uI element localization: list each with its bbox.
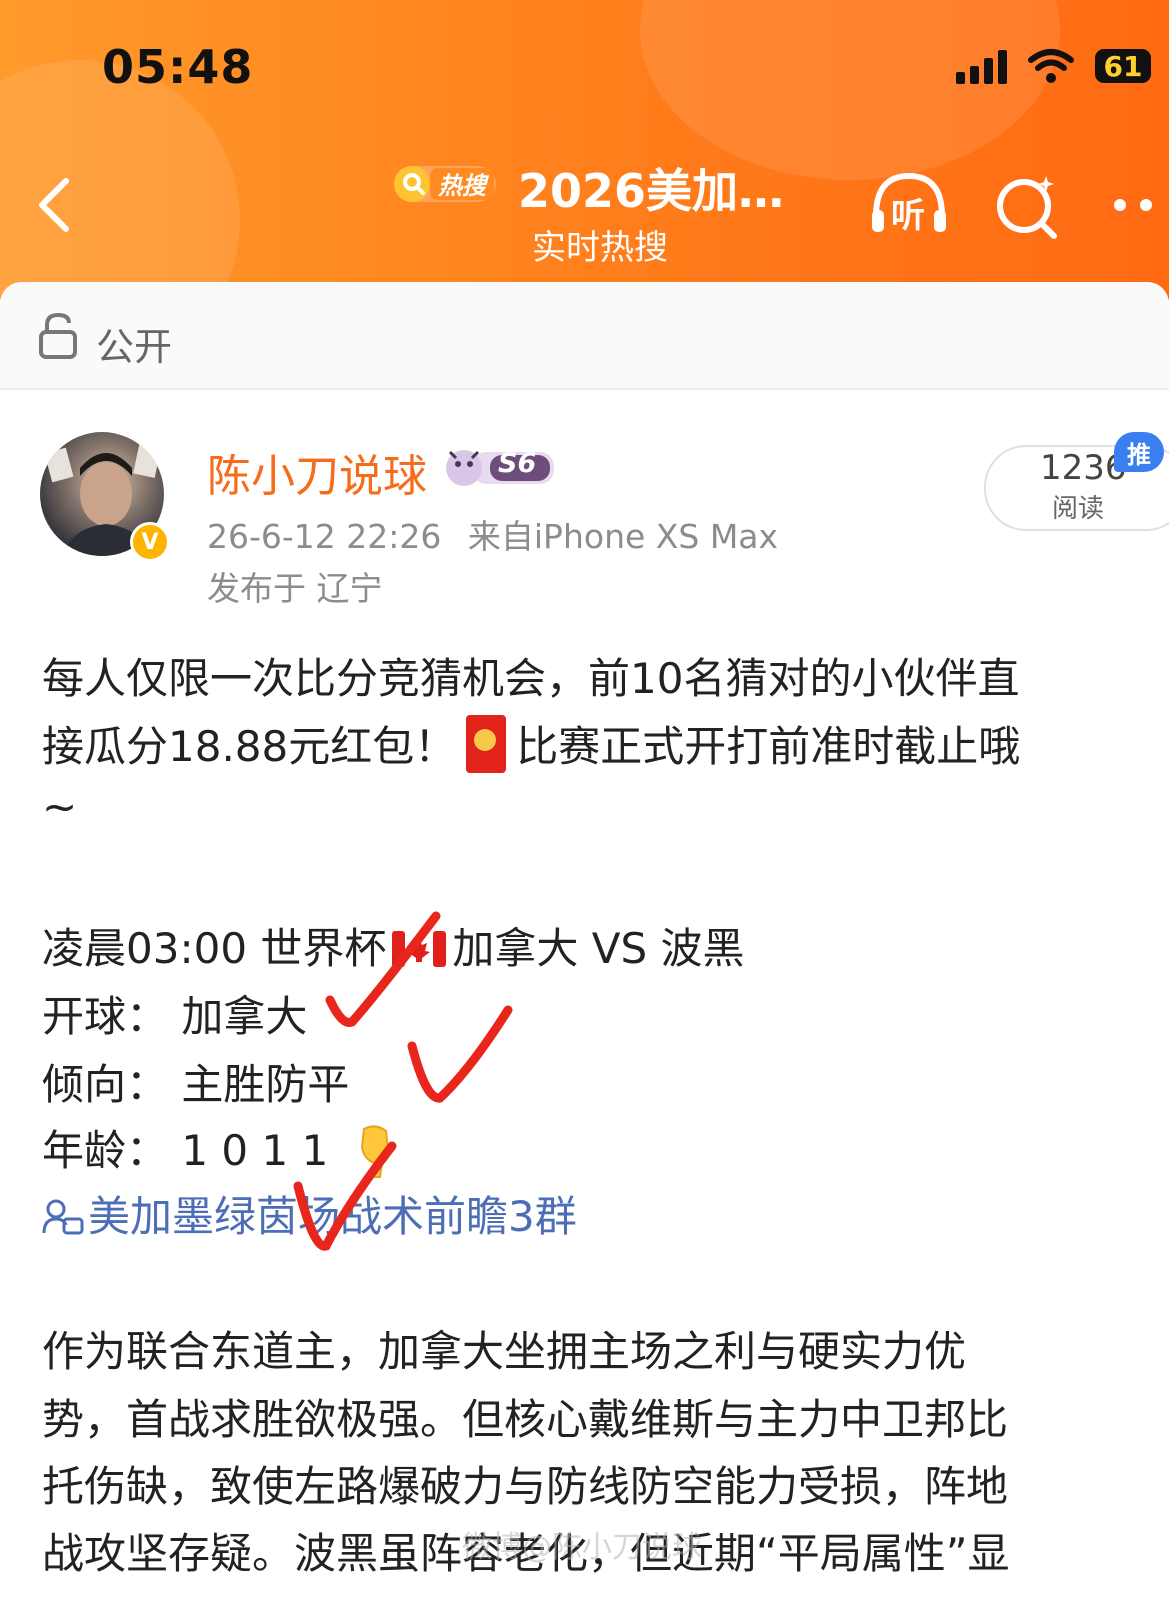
- post-line-text: 接瓜分18.88元红包！: [42, 722, 457, 771]
- battery-icon: 61: [1095, 49, 1151, 83]
- post-source: 来自iPhone XS Max: [467, 517, 779, 556]
- header-decoration: [640, 0, 1060, 180]
- privacy-label: 公开: [96, 325, 173, 369]
- canada-flag-icon: [392, 931, 447, 967]
- top-header: 05:48 61 热搜 2026美加… 实时热搜 听: [0, 0, 1169, 300]
- more-options-icon[interactable]: [1110, 195, 1169, 215]
- cellular-signal-icon: [956, 48, 1007, 84]
- privacy-bar: 公开: [0, 282, 1169, 390]
- post-line-text: 凌晨03:00 世界杯: [42, 924, 387, 973]
- group-icon: [42, 1199, 84, 1235]
- pointing-down-hand-icon: [361, 1125, 390, 1178]
- group-link-label: 美加墨绿茵场战术前瞻3群: [88, 1192, 577, 1241]
- page-title: 2026美加…: [518, 164, 785, 218]
- post-line: 倾向： 主胜防平: [42, 1060, 350, 1109]
- post-line: 托伤缺，致使左路爆破力与防线防空能力受损，阵地: [42, 1462, 1009, 1511]
- post-line: 势，首战求胜欲极强。但核心戴维斯与主力中卫邦比: [42, 1395, 1009, 1444]
- hot-search-badge-label: 热搜: [438, 172, 486, 200]
- status-time: 05:48: [102, 40, 254, 94]
- post-line: 接瓜分18.88元红包！ 比赛正式开打前准时截止哦: [42, 713, 1020, 774]
- post-time: 26-6-12 22:26: [207, 517, 442, 556]
- post-location: 发布于 辽宁: [207, 569, 383, 608]
- member-level-text: S6: [498, 448, 537, 479]
- post-line-text: 年龄： 1 0 1 1: [42, 1126, 329, 1175]
- post-line-text: 比赛正式开打前准时截止哦: [516, 722, 1021, 771]
- promote-badge[interactable]: 推: [1114, 432, 1164, 472]
- post-line: 开球： 加拿大: [42, 992, 308, 1041]
- post-line: 年龄： 1 0 1 1: [42, 1117, 396, 1179]
- group-chat-link[interactable]: 美加墨绿茵场战术前瞻3群: [42, 1183, 577, 1244]
- unlock-icon: [39, 312, 77, 359]
- post-line: 作为联合东道主，加拿大坐拥主场之利与硬实力优: [42, 1327, 967, 1376]
- search-icon[interactable]: [994, 170, 1060, 240]
- reads-label: 阅读: [1052, 494, 1105, 524]
- author-name[interactable]: 陈小刀说球: [207, 440, 427, 504]
- page-subtitle: 实时热搜: [532, 228, 668, 268]
- wifi-icon: [1028, 49, 1074, 83]
- post-line-text: 加拿大 VS 波黑: [452, 924, 745, 973]
- weibo-watermark: 微博@陈小刀说球: [462, 1530, 702, 1565]
- post-line: 每人仅限一次比分竞猜机会，前10名猜对的小伙伴直: [42, 654, 1020, 703]
- status-icons: 61: [956, 44, 1151, 88]
- red-envelope-icon: [466, 715, 507, 773]
- post-line: ~: [42, 782, 78, 831]
- verified-badge: V: [130, 522, 170, 562]
- listen-label: 听: [891, 196, 925, 236]
- post-line: 凌晨03:00 世界杯 加拿大 VS 波黑: [42, 915, 744, 976]
- post-meta: 26-6-12 22:26 来自iPhone XS Max: [207, 510, 778, 558]
- back-button[interactable]: [30, 175, 80, 235]
